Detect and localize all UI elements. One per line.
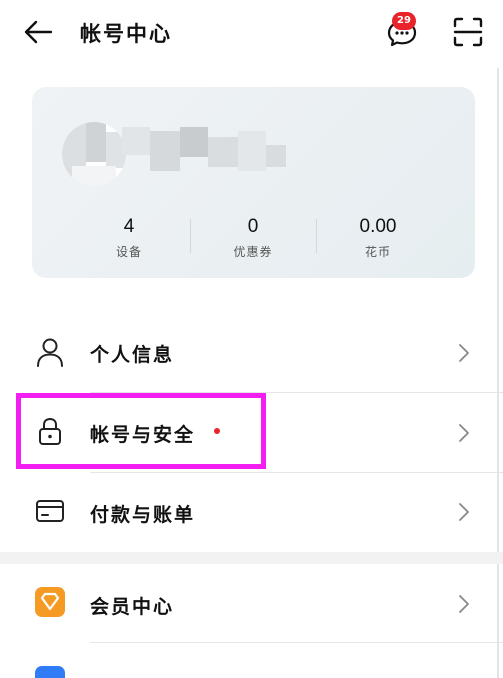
page-title: 帐号中心 xyxy=(80,22,172,46)
stat-coins[interactable]: 0.00 花币 xyxy=(308,215,448,260)
stat-label: 花币 xyxy=(364,245,391,259)
chevron-right-icon xyxy=(459,503,469,521)
stat-label: 优惠券 xyxy=(233,245,273,259)
profile-card[interactable]: 4 设备 0 优惠券 0.00 花币 xyxy=(32,87,475,278)
stat-label: 设备 xyxy=(115,245,142,259)
stat-value: 0.00 xyxy=(359,216,397,237)
app-icon xyxy=(35,666,65,678)
card-icon xyxy=(36,500,64,522)
message-count-badge: 29 xyxy=(392,12,416,30)
chevron-right-icon xyxy=(459,424,469,442)
back-button[interactable] xyxy=(20,14,56,50)
scan-button[interactable] xyxy=(450,14,486,50)
arrow-left-icon xyxy=(24,20,53,44)
menu-item-vip-center[interactable]: 会员中心 xyxy=(0,564,503,642)
person-icon xyxy=(37,338,63,367)
stat-coupons[interactable]: 0 优惠券 xyxy=(183,215,323,260)
menu-item-label: 付款与账单 xyxy=(90,504,196,526)
app-header: 帐号中心 29 xyxy=(0,0,503,68)
menu-item-label: 个人信息 xyxy=(90,344,175,366)
stat-devices[interactable]: 4 设备 xyxy=(59,215,199,260)
chevron-right-icon xyxy=(459,344,469,362)
highlight-annotation xyxy=(16,393,266,469)
section-separator xyxy=(0,552,503,564)
chevron-right-icon xyxy=(459,595,469,613)
scan-icon xyxy=(453,17,483,47)
vip-diamond-icon xyxy=(35,587,65,617)
blurred-username xyxy=(92,127,292,183)
profile-stats: 4 设备 0 优惠券 0.00 花币 xyxy=(32,215,475,265)
menu-item-payment-billing[interactable]: 付款与账单 xyxy=(0,473,503,551)
menu-item-partial[interactable] xyxy=(0,643,503,678)
menu-item-label: 会员中心 xyxy=(90,596,175,618)
stat-value: 4 xyxy=(123,216,135,237)
stat-value: 0 xyxy=(247,216,259,237)
menu-item-personal-info[interactable]: 个人信息 xyxy=(0,314,503,392)
